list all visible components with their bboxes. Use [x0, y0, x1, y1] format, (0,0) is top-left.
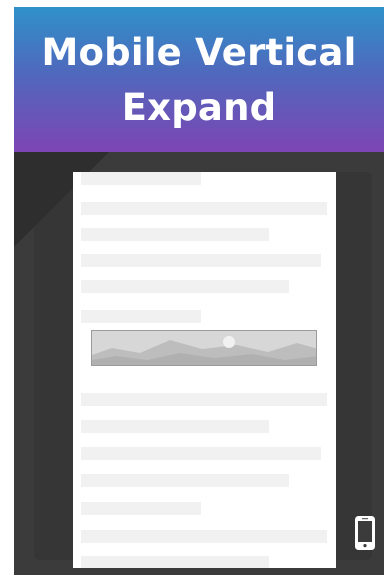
text-placeholder-line: [81, 420, 269, 433]
ad-format-card: Mobile Vertical Expand: [14, 7, 384, 575]
text-placeholder-line: [81, 530, 327, 543]
card-title: Mobile Vertical Expand: [41, 30, 357, 129]
text-placeholder-line: [81, 393, 327, 406]
card-header: Mobile Vertical Expand: [14, 7, 384, 152]
text-placeholder-line: [81, 280, 289, 293]
text-placeholder-line: [81, 228, 269, 241]
text-placeholder-line: [81, 556, 269, 568]
text-placeholder-line: [81, 447, 321, 460]
text-placeholder-line: [81, 172, 201, 185]
mobile-page-preview: [73, 172, 336, 568]
text-placeholder-line: [81, 202, 327, 215]
mobile-phone-icon: [354, 515, 376, 551]
text-placeholder-line: [81, 502, 201, 515]
text-placeholder-line: [81, 254, 321, 267]
text-placeholder-line: [81, 310, 201, 323]
landscape-image-icon: [91, 330, 317, 366]
text-placeholder-line: [81, 474, 289, 487]
landscape-image-graphic: [92, 331, 316, 365]
